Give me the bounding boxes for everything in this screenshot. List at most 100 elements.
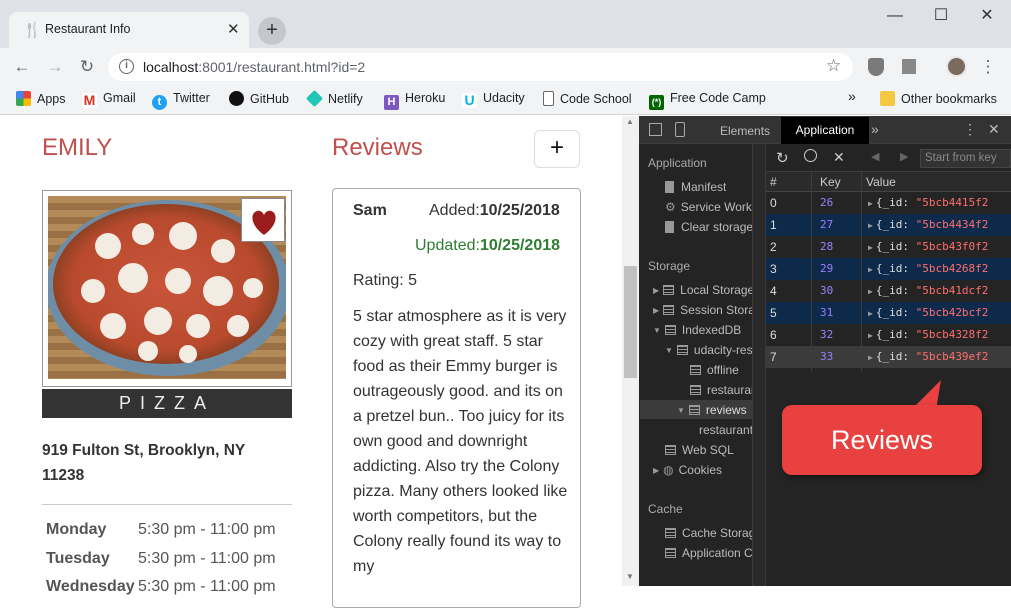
- delete-selected-icon[interactable]: ✕: [833, 149, 845, 166]
- collapse-arrow-icon[interactable]: ▼: [665, 346, 673, 355]
- sidebar-item-database[interactable]: ▼ udacity-res: [665, 343, 753, 357]
- sidebar-item-service-workers[interactable]: ⚙ Service Work: [665, 200, 752, 214]
- data-grid-row[interactable]: 5 31 ▶ {_id: "5bcb42bcf2: [766, 302, 1011, 324]
- expand-triangle-icon[interactable]: ▶: [868, 221, 873, 230]
- device-toolbar-icon[interactable]: [675, 122, 685, 137]
- collapse-arrow-icon[interactable]: ▼: [677, 406, 685, 415]
- expand-triangle-icon[interactable]: ▶: [868, 265, 873, 274]
- sidebar-item-cookies[interactable]: ▶ ◍ Cookies: [653, 463, 722, 477]
- row-value[interactable]: ▶ {_id: "5bcb42bcf2: [868, 306, 988, 319]
- bookmark-netlify[interactable]: Netlify: [306, 90, 363, 107]
- reload-icon[interactable]: ↻: [77, 57, 97, 77]
- row-value[interactable]: ▶ {_id: "5bcb439ef2: [868, 350, 988, 363]
- browser-tab[interactable]: 🍴 Restaurant Info ✕: [9, 12, 249, 48]
- scrollbar-thumb[interactable]: [624, 266, 637, 378]
- data-grid-row[interactable]: 2 28 ▶ {_id: "5bcb43f0f2: [766, 236, 1011, 258]
- devtools-close-icon[interactable]: ✕: [988, 121, 1000, 138]
- inspect-icon[interactable]: [649, 123, 662, 136]
- database-icon: [664, 325, 676, 335]
- sidebar-item-session-storage[interactable]: ▶ Session Stora: [653, 303, 755, 317]
- column-divider: [861, 172, 862, 372]
- expand-arrow-icon[interactable]: ▶: [653, 466, 659, 475]
- expand-triangle-icon[interactable]: ▶: [868, 199, 873, 208]
- sidebar-item-store-restaurants[interactable]: restaurai: [690, 383, 754, 397]
- tab-application[interactable]: Application: [781, 117, 869, 144]
- expand-triangle-icon[interactable]: ▶: [868, 243, 873, 252]
- tab-elements[interactable]: Elements: [720, 124, 770, 138]
- menu-icon[interactable]: ⋮: [978, 57, 998, 77]
- sidebar-item-index-restaurant[interactable]: restaurant: [699, 423, 753, 437]
- data-grid-row[interactable]: 7 33 ▶ {_id: "5bcb439ef2: [766, 346, 1011, 368]
- clear-icon[interactable]: [804, 149, 817, 162]
- scroll-up-arrow[interactable]: ▲: [626, 117, 634, 126]
- sidebar-item-store-offline[interactable]: offline: [690, 363, 739, 377]
- data-grid-row[interactable]: 0 26 ▶ {_id: "5bcb4415f2: [766, 192, 1011, 214]
- minimize-icon[interactable]: —: [872, 0, 918, 34]
- start-from-key-input[interactable]: Start from key: [920, 149, 1011, 168]
- ublock-extension-icon[interactable]: [868, 58, 884, 76]
- hours-day: Monday: [46, 521, 107, 538]
- add-review-button[interactable]: +: [534, 130, 580, 168]
- expand-triangle-icon[interactable]: ▶: [868, 353, 873, 362]
- row-value[interactable]: ▶ {_id: "5bcb4415f2: [868, 196, 988, 209]
- new-tab-button[interactable]: +: [258, 17, 286, 45]
- row-value[interactable]: ▶ {_id: "5bcb41dcf2: [868, 284, 988, 297]
- bookmark-star-icon[interactable]: ☆: [826, 56, 841, 76]
- data-grid-row[interactable]: 1 27 ▶ {_id: "5bcb4434f2: [766, 214, 1011, 236]
- expand-triangle-icon[interactable]: ▶: [868, 309, 873, 318]
- bookmark-gmail[interactable]: M Gmail: [82, 91, 136, 108]
- bookmark-twitter[interactable]: t Twitter: [152, 91, 210, 110]
- sidebar-splitter[interactable]: [752, 144, 766, 586]
- bookmark-udacity[interactable]: U Udacity: [462, 91, 525, 108]
- data-grid-row[interactable]: 3 29 ▶ {_id: "5bcb4268f2: [766, 258, 1011, 280]
- row-value[interactable]: ▶ {_id: "5bcb43f0f2: [868, 240, 988, 253]
- collapse-arrow-icon[interactable]: ▼: [653, 326, 661, 335]
- close-tab-icon[interactable]: ✕: [227, 20, 240, 38]
- sidebar-item-web-sql[interactable]: Web SQL: [665, 443, 734, 457]
- sidebar-item-cache-storage[interactable]: Cache Storag: [665, 526, 755, 540]
- expand-triangle-icon[interactable]: ▶: [868, 331, 873, 340]
- column-header-key[interactable]: Key: [820, 175, 841, 189]
- hours-time: 5:30 pm - 11:00 pm: [138, 578, 276, 595]
- refresh-icon[interactable]: ↻: [776, 149, 789, 167]
- maximize-icon[interactable]: ☐: [918, 0, 964, 34]
- hours-day: Wednesday: [46, 578, 135, 595]
- bookmark-heroku[interactable]: H Heroku: [384, 91, 445, 110]
- row-value[interactable]: ▶ {_id: "5bcb4328f2: [868, 328, 988, 341]
- close-window-icon[interactable]: ✕: [964, 0, 1010, 34]
- next-page-icon[interactable]: ▶: [900, 150, 908, 163]
- devtools-menu-icon[interactable]: ⋮: [963, 121, 977, 138]
- bookmark-code-school[interactable]: Code School: [543, 91, 632, 106]
- sidebar-item-store-reviews[interactable]: ▼ reviews: [677, 403, 747, 417]
- sidebar-item-local-storage[interactable]: ▶ Local Storage: [653, 283, 754, 297]
- previous-page-icon[interactable]: ◀: [871, 150, 879, 163]
- database-icon: [665, 528, 676, 538]
- data-grid-row[interactable]: 4 30 ▶ {_id: "5bcb41dcf2: [766, 280, 1011, 302]
- sidebar-item-application-cache[interactable]: Application C: [665, 546, 753, 560]
- extension-icon[interactable]: [902, 59, 916, 74]
- row-value[interactable]: ▶ {_id: "5bcb4434f2: [868, 218, 988, 231]
- other-bookmarks[interactable]: Other bookmarks: [880, 91, 997, 106]
- scroll-down-arrow[interactable]: ▼: [626, 572, 634, 581]
- bookmark-github[interactable]: GitHub: [229, 91, 289, 106]
- row-value[interactable]: ▶ {_id: "5bcb4268f2: [868, 262, 988, 275]
- info-icon[interactable]: i: [119, 59, 134, 74]
- more-tabs-chevron[interactable]: »: [871, 121, 879, 137]
- column-header-value[interactable]: Value: [866, 175, 896, 189]
- sidebar-item-indexeddb[interactable]: ▼ IndexedDB: [653, 323, 741, 337]
- expand-triangle-icon[interactable]: ▶: [868, 287, 873, 296]
- expand-arrow-icon[interactable]: ▶: [653, 306, 659, 315]
- sidebar-item-manifest[interactable]: Manifest: [665, 180, 726, 194]
- bookmarks-overflow-chevron[interactable]: »: [848, 88, 856, 104]
- forward-icon[interactable]: →: [45, 57, 65, 77]
- address-bar[interactable]: i localhost:8001/restaurant.html?id=2 ☆: [108, 53, 853, 81]
- bookmark-apps[interactable]: Apps: [16, 91, 66, 106]
- sidebar-item-clear-storage[interactable]: Clear storage: [665, 220, 753, 234]
- avatar[interactable]: [946, 56, 967, 77]
- expand-arrow-icon[interactable]: ▶: [653, 286, 659, 295]
- grid-icon: [690, 385, 701, 395]
- back-icon[interactable]: ←: [12, 57, 32, 77]
- bookmark-free-code-camp[interactable]: (*) Free Code Camp: [649, 91, 766, 110]
- data-grid-row[interactable]: 6 32 ▶ {_id: "5bcb4328f2: [766, 324, 1011, 346]
- favorite-button[interactable]: [241, 198, 285, 242]
